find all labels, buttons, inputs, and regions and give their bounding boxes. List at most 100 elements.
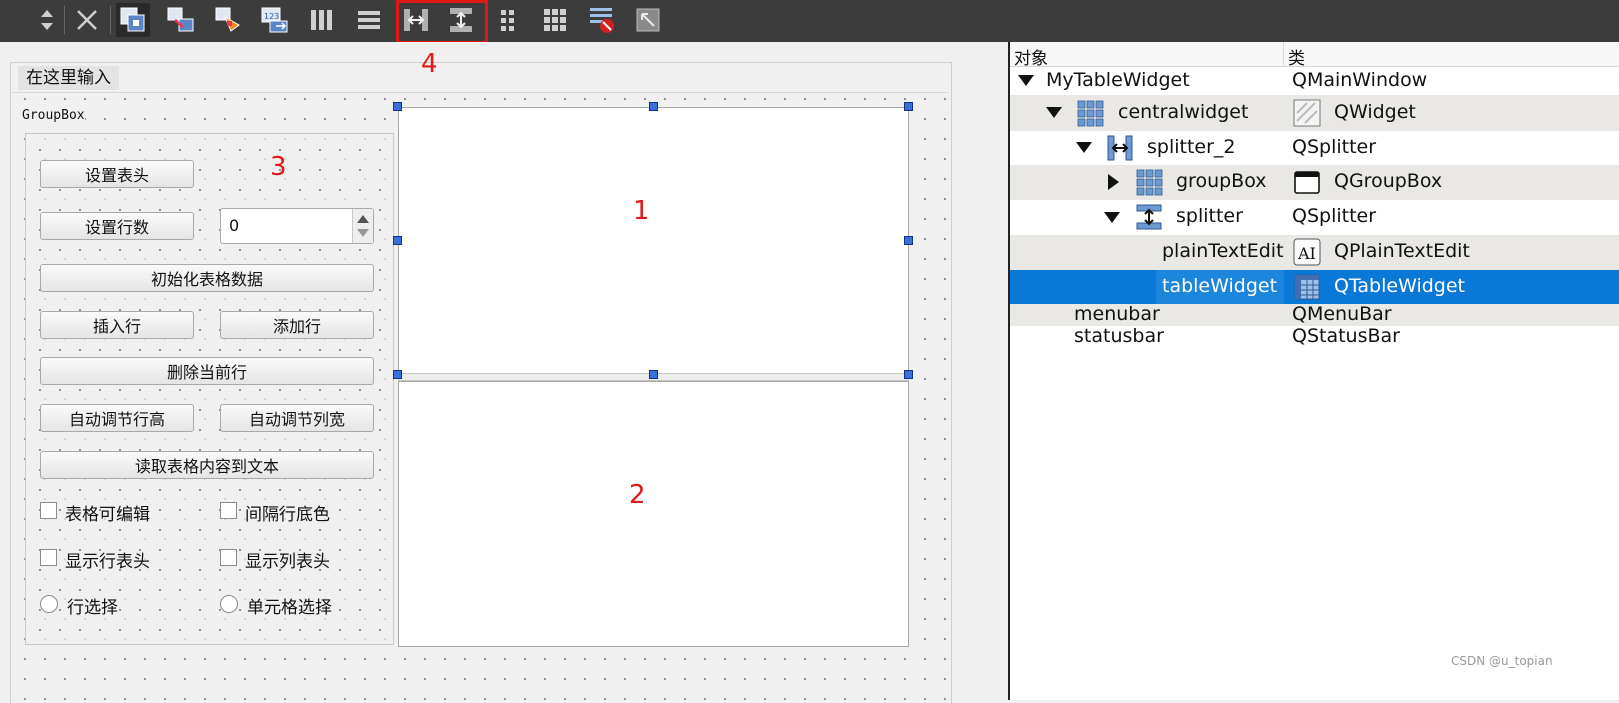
object-name: centralwidget: [1118, 101, 1249, 123]
object-class: QPlainTextEdit: [1334, 240, 1470, 262]
resize-handle[interactable]: [649, 370, 658, 379]
read-to-text-button[interactable]: 读取表格内容到文本: [40, 451, 374, 479]
header-divider: [1283, 42, 1284, 66]
tree-row-statusbar[interactable]: statusbar QStatusBar: [1010, 325, 1619, 350]
object-name: statusbar: [1074, 325, 1164, 347]
svg-text:123: 123: [264, 12, 279, 21]
close-icon[interactable]: [70, 3, 104, 37]
edit-widgets-icon[interactable]: [116, 3, 150, 37]
object-class: QMenuBar: [1292, 303, 1392, 325]
tree-row-tablewidget[interactable]: tableWidget QTableWidget: [1010, 270, 1619, 304]
groupbox-icon: [1294, 171, 1320, 194]
row-count-value: 0: [229, 216, 240, 235]
annotation-4: 4: [421, 49, 438, 79]
tree-row-mytablewidget[interactable]: MyTableWidget QMainWindow: [1010, 67, 1619, 95]
move-updown-icon[interactable]: [30, 3, 64, 37]
tree-row-splitter-2[interactable]: splitter_2 QSplitter: [1010, 131, 1619, 165]
grid-layout-icon: [1136, 169, 1163, 196]
set-header-button[interactable]: 设置表头: [40, 160, 194, 188]
adjust-size-icon[interactable]: [631, 3, 665, 37]
row-select-label: 行选择: [67, 598, 118, 618]
resize-handle[interactable]: [393, 236, 402, 245]
plain-text-edit-panel[interactable]: [398, 107, 909, 375]
expand-arrow-icon[interactable]: [1018, 75, 1034, 86]
splitter-horizontal-icon[interactable]: [399, 3, 433, 37]
delete-row-button[interactable]: 删除当前行: [40, 357, 374, 385]
editable-checkbox[interactable]: [40, 502, 57, 519]
object-class: QSplitter: [1292, 205, 1377, 227]
groupbox-title: GroupBox: [22, 108, 85, 123]
resize-handle[interactable]: [904, 102, 913, 111]
header-object[interactable]: 对象: [1014, 44, 1048, 69]
resize-handle[interactable]: [904, 370, 913, 379]
expand-arrow-icon[interactable]: [1104, 212, 1120, 223]
splitter-vertical-icon[interactable]: [444, 3, 478, 37]
plain-text-edit-icon: AI: [1293, 238, 1321, 266]
collapse-arrow-icon[interactable]: [1108, 174, 1119, 190]
row-select-radio[interactable]: [40, 595, 58, 613]
watermark: CSDN @u_topian: [1451, 654, 1553, 668]
object-name: tableWidget: [1162, 275, 1278, 297]
object-name: menubar: [1074, 303, 1160, 325]
init-table-button[interactable]: 初始化表格数据: [40, 264, 374, 292]
splitter-vertical-icon: [1136, 204, 1162, 230]
layout-horizontal-icon[interactable]: [305, 3, 339, 37]
tree-row-groupbox[interactable]: groupBox QGroupBox: [1010, 165, 1619, 200]
designer-toolbar: 123: [0, 0, 1619, 44]
object-name: splitter: [1176, 205, 1243, 227]
object-name: plainTextEdit: [1162, 240, 1284, 262]
object-name: splitter_2: [1147, 136, 1236, 158]
resize-handle[interactable]: [649, 102, 658, 111]
auto-row-height-button[interactable]: 自动调节行高: [40, 404, 194, 432]
show-col-header-label: 显示列表头: [245, 552, 330, 572]
grid-layout-icon: [1077, 100, 1104, 127]
show-col-header-checkbox[interactable]: [220, 549, 237, 566]
tree-row-plaintextedit[interactable]: plainTextEdit AI QPlainTextEdit: [1010, 235, 1619, 270]
layout-grid-icon[interactable]: [538, 3, 572, 37]
table-widget-panel[interactable]: [398, 381, 909, 647]
tree-row-splitter[interactable]: splitter QSplitter: [1010, 200, 1619, 235]
tree-row-centralwidget[interactable]: centralwidget QWidget: [1010, 95, 1619, 131]
inspector-header: 对象 类: [1010, 42, 1619, 69]
tree-row-menubar[interactable]: menubar QMenuBar: [1010, 303, 1619, 326]
show-row-header-checkbox[interactable]: [40, 549, 57, 566]
object-name: groupBox: [1176, 170, 1267, 192]
toolbar-separator: [110, 6, 111, 34]
spin-arrows[interactable]: [352, 209, 373, 243]
cell-select-radio[interactable]: [220, 595, 238, 613]
resize-handle[interactable]: [393, 102, 402, 111]
annotation-3: 3: [270, 152, 287, 182]
object-inspector: 对象 类 MyTableWidget QMainWindow centralwi…: [1008, 42, 1619, 700]
auto-col-width-button[interactable]: 自动调节列宽: [220, 404, 374, 432]
object-name: MyTableWidget: [1046, 69, 1190, 91]
set-rows-button[interactable]: 设置行数: [40, 212, 194, 240]
layout-form-icon[interactable]: [491, 3, 525, 37]
object-class: QGroupBox: [1334, 170, 1443, 192]
insert-row-button[interactable]: 插入行: [40, 311, 194, 339]
resize-handle[interactable]: [904, 236, 913, 245]
edit-tab-order-icon[interactable]: 123: [258, 3, 292, 37]
widget-icon: [1293, 99, 1321, 127]
edit-buddies-icon[interactable]: [211, 3, 245, 37]
form-menubar: 在这里输入: [12, 64, 948, 93]
splitter-horizontal-icon: [1107, 135, 1133, 161]
table-widget-icon: [1294, 274, 1320, 300]
add-row-button[interactable]: 添加行: [220, 311, 374, 339]
expand-arrow-icon[interactable]: [1046, 107, 1062, 118]
resize-handle[interactable]: [393, 370, 402, 379]
annotation-2: 2: [629, 480, 646, 510]
layout-vertical-icon[interactable]: [352, 3, 386, 37]
editable-label: 表格可编辑: [65, 505, 150, 525]
menu-type-here[interactable]: 在这里输入: [18, 66, 119, 90]
row-count-spinbox[interactable]: 0: [220, 208, 374, 244]
edit-signals-slots-icon[interactable]: [164, 3, 198, 37]
header-class[interactable]: 类: [1288, 44, 1305, 69]
alternate-color-checkbox[interactable]: [220, 502, 237, 519]
break-layout-icon[interactable]: [585, 3, 619, 37]
object-class: QSplitter: [1292, 136, 1377, 158]
object-class: QMainWindow: [1292, 69, 1428, 91]
object-class: QTableWidget: [1334, 275, 1465, 297]
expand-arrow-icon[interactable]: [1076, 142, 1092, 153]
object-class: QStatusBar: [1292, 325, 1400, 347]
toolbar-separator: [64, 6, 65, 34]
